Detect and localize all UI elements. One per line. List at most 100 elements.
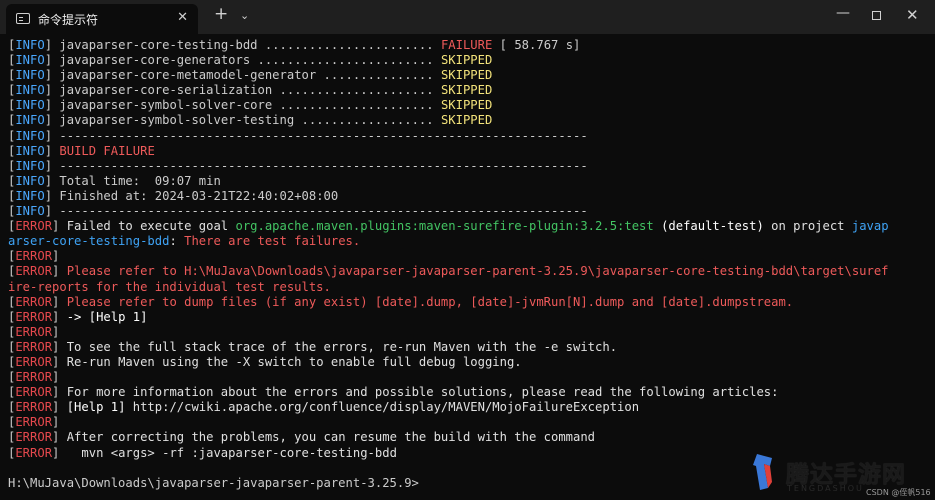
log-bracket: ]	[45, 204, 60, 218]
log-text: Re-run Maven using the -X switch to enab…	[67, 355, 522, 369]
terminal-line: [ERROR] Failed to execute goal org.apach…	[8, 219, 933, 234]
log-text: H:\MuJava\Downloads\javaparser-javaparse…	[8, 476, 419, 490]
log-text: javaparser-core-serialization ..........…	[59, 83, 441, 97]
log-level: ERROR	[15, 415, 52, 429]
log-bracket: ]	[52, 355, 67, 369]
log-level: INFO	[15, 68, 44, 82]
log-text: ire-reports for the individual test resu…	[8, 280, 331, 294]
log-bracket: ]	[52, 219, 67, 233]
log-bracket: ]	[45, 189, 60, 203]
log-bracket: ]	[52, 310, 67, 324]
log-text: http://cwiki.apache.org/confluence/displ…	[125, 400, 639, 414]
log-text: To see the full stack trace of the error…	[67, 340, 617, 354]
log-text: SKIPPED	[441, 68, 492, 82]
log-text: on project	[764, 219, 852, 233]
log-bracket: ]	[45, 53, 60, 67]
log-text: SKIPPED	[441, 53, 492, 67]
terminal-output[interactable]: [INFO] javaparser-core-testing-bdd .....…	[8, 38, 933, 491]
log-bracket: ]	[52, 340, 67, 354]
maximize-button[interactable]	[872, 11, 881, 20]
log-text: After correcting the problems, you can r…	[67, 430, 595, 444]
terminal-line: [ERROR]	[8, 415, 933, 430]
log-level: INFO	[15, 174, 44, 188]
log-level: INFO	[15, 83, 44, 97]
log-level: ERROR	[15, 264, 52, 278]
log-bracket: ]	[52, 446, 67, 460]
log-level: ERROR	[15, 325, 52, 339]
log-bracket: ]	[45, 98, 60, 112]
log-text: org.apache.maven.plugins:maven-surefire-…	[235, 219, 653, 233]
close-window-button[interactable]: ✕	[906, 6, 919, 24]
log-level: ERROR	[15, 355, 52, 369]
terminal-line: [INFO] Finished at: 2024-03-21T22:40:02+…	[8, 189, 933, 204]
terminal-line: [ERROR] Re-run Maven using the -X switch…	[8, 355, 933, 370]
terminal-line: [INFO] javaparser-core-testing-bdd .....…	[8, 38, 933, 53]
log-text: javaparser-core-generators .............…	[59, 53, 441, 67]
log-bracket: ]	[45, 68, 60, 82]
terminal-line: [ERROR] -> [Help 1]	[8, 310, 933, 325]
terminal-line: [INFO] BUILD FAILURE	[8, 144, 933, 159]
terminal-line: [INFO] Total time: 09:07 min	[8, 174, 933, 189]
log-bracket: ]	[52, 295, 67, 309]
log-bracket: ]	[52, 430, 67, 444]
log-bracket: ]	[52, 249, 67, 263]
log-level: ERROR	[15, 446, 52, 460]
terminal-icon	[16, 13, 30, 24]
log-level: INFO	[15, 144, 44, 158]
watermark-subtext: TENGDASHOU	[787, 484, 864, 493]
log-bracket: ]	[45, 38, 60, 52]
log-level: INFO	[15, 204, 44, 218]
log-text: FAILURE	[441, 38, 492, 52]
log-bracket: ]	[45, 113, 60, 127]
log-bracket: ]	[45, 174, 60, 188]
log-text: :	[169, 234, 184, 248]
log-text: javap	[852, 219, 889, 233]
terminal-line: [ERROR]	[8, 249, 933, 264]
log-level: INFO	[15, 53, 44, 67]
log-level: ERROR	[15, 400, 52, 414]
terminal-line: [ERROR] For more information about the e…	[8, 385, 933, 400]
log-text: ----------------------------------------…	[59, 159, 587, 173]
close-tab-icon[interactable]: ✕	[177, 10, 188, 25]
new-tab-button[interactable]: +	[214, 4, 228, 24]
log-level: INFO	[15, 159, 44, 173]
log-level: ERROR	[15, 370, 52, 384]
log-text: SKIPPED	[441, 98, 492, 112]
terminal-line: [ERROR] To see the full stack trace of t…	[8, 340, 933, 355]
terminal-line: [ERROR] Please refer to dump files (if a…	[8, 295, 933, 310]
log-text: [Help 1]	[67, 400, 126, 414]
log-level: INFO	[15, 38, 44, 52]
log-text: SKIPPED	[441, 83, 492, 97]
tab-title: 命令提示符	[38, 11, 98, 28]
log-level: INFO	[15, 113, 44, 127]
log-text: -> [Help 1]	[67, 310, 148, 324]
log-text: javaparser-core-metamodel-generator ....…	[59, 68, 441, 82]
terminal-line: [INFO] javaparser-core-metamodel-generat…	[8, 68, 933, 83]
log-text: Please refer to H:\MuJava\Downloads\java…	[67, 264, 889, 278]
terminal-line: [INFO] ---------------------------------…	[8, 159, 933, 174]
log-text: ----------------------------------------…	[59, 129, 587, 143]
minimize-button[interactable]: —	[836, 5, 850, 21]
tab-command-prompt[interactable]: 命令提示符 ✕	[6, 4, 198, 34]
log-text: ----------------------------------------…	[59, 204, 587, 218]
log-text: (default-test)	[654, 219, 764, 233]
log-level: ERROR	[15, 295, 52, 309]
log-bracket: ]	[52, 415, 67, 429]
log-text: There are test failures.	[184, 234, 360, 248]
terminal-line: [ERROR] [Help 1] http://cwiki.apache.org…	[8, 400, 933, 415]
chevron-down-icon[interactable]: ⌄	[240, 9, 249, 22]
terminal-line: [INFO] javaparser-symbol-solver-core ...…	[8, 98, 933, 113]
log-text: BUILD FAILURE	[59, 144, 154, 158]
log-bracket: ]	[52, 385, 67, 399]
log-level: INFO	[15, 129, 44, 143]
log-text: arser-core-testing-bdd	[8, 234, 169, 248]
log-bracket: ]	[52, 400, 67, 414]
log-level: INFO	[15, 189, 44, 203]
log-text: SKIPPED	[441, 113, 492, 127]
log-level: ERROR	[15, 219, 52, 233]
log-level: ERROR	[15, 340, 52, 354]
log-bracket: ]	[45, 83, 60, 97]
terminal-line: [ERROR] Please refer to H:\MuJava\Downlo…	[8, 264, 933, 279]
log-text: javaparser-symbol-solver-core ..........…	[59, 98, 441, 112]
log-text: mvn <args> -rf :javaparser-core-testing-…	[67, 446, 397, 460]
